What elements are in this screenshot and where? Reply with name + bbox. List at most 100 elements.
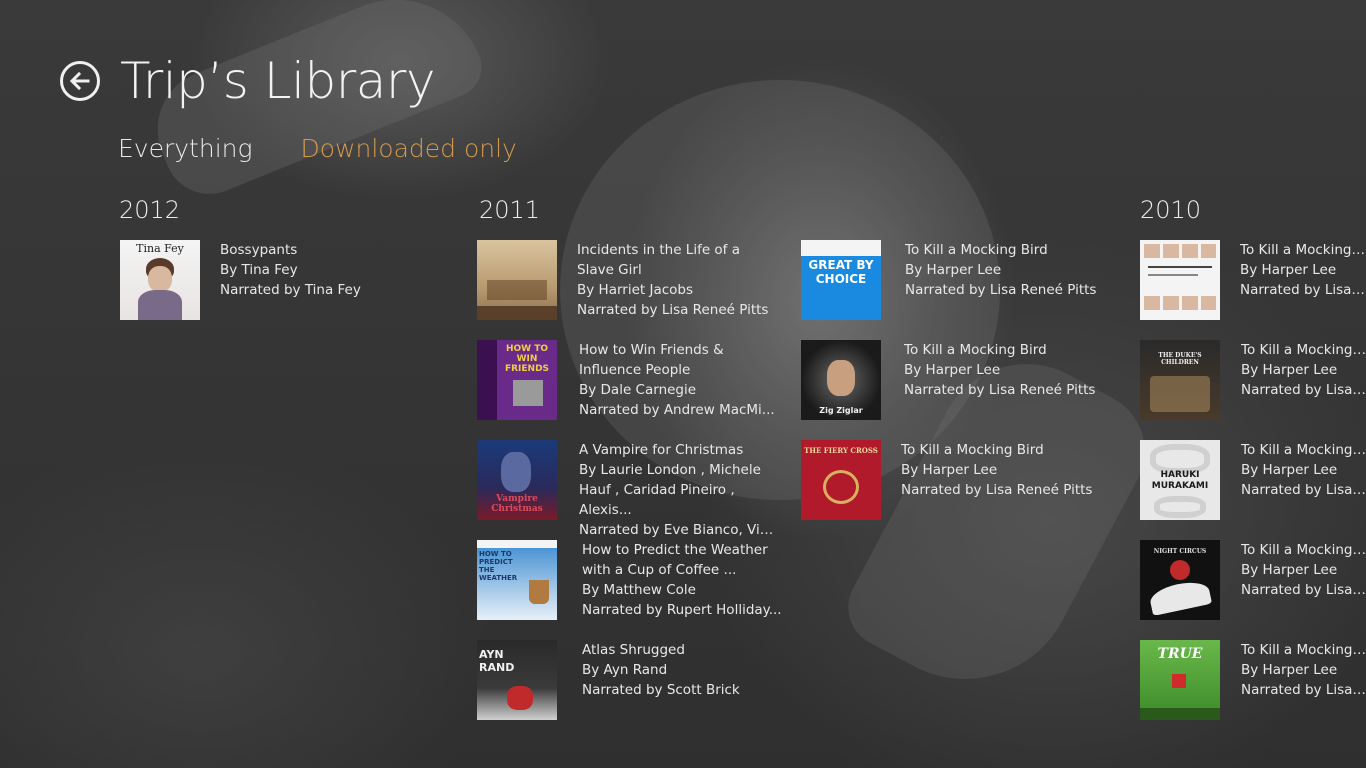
book-details: How to Predict the Weather with a Cup of…	[582, 540, 782, 620]
group-title-2011: 2011	[479, 196, 541, 224]
book-narrator: Narrated by Lisa Rene	[1241, 482, 1366, 498]
book-narrator: Narrated by Andrew MacMi...	[579, 402, 775, 418]
book-cover: Tina Fey	[120, 240, 200, 320]
book-details: How to Win Friends & Influence People By…	[579, 340, 779, 420]
book-author: By Harper Lee	[1241, 562, 1338, 578]
book-author: By Harper Lee	[904, 362, 1001, 378]
book-details: To Kill a Mocking Bird By Harper Lee Nar…	[1241, 640, 1366, 720]
filter-downloaded-only[interactable]: Downloaded only	[301, 134, 517, 163]
book-author: By Ayn Rand	[582, 662, 668, 678]
book-details: A Vampire for Christmas By Laurie London…	[579, 440, 779, 540]
book-title: To Kill a Mocking Bird	[904, 342, 1047, 358]
book-cover: HARUKI MURAKAMI	[1140, 440, 1220, 520]
book-cover: THE FIERY CROSS	[801, 440, 881, 520]
book-details: To Kill a Mocking Bird By Harper Lee Nar…	[905, 240, 1105, 320]
book-title: Incidents in the Life of a Slave Girl	[577, 242, 741, 278]
book-item[interactable]: Zig Ziglar To Kill a Mocking Bird By Har…	[801, 340, 1104, 420]
cover-title: Zig Ziglar	[819, 406, 863, 415]
book-cover: AYN RAND	[477, 640, 557, 720]
back-arrow-icon	[69, 71, 90, 91]
cover-title: HOW TO WIN FRIENDS	[504, 344, 550, 374]
book-item[interactable]: GREAT BY CHOICE To Kill a Mocking Bird B…	[801, 240, 1105, 320]
book-details: To Kill a Mocking Bird By Harper Lee Nar…	[904, 340, 1104, 420]
filter-tabs: Everything Downloaded only	[118, 134, 517, 163]
cover-title: HARUKI MURAKAMI	[1151, 470, 1209, 491]
book-cover: GREAT BY CHOICE	[801, 240, 881, 320]
book-author: By Harper Lee	[1241, 462, 1338, 478]
book-author: By Laurie London , Michele Hauf , Carida…	[579, 462, 761, 518]
cover-title: THE FIERY CROSS	[804, 446, 878, 455]
book-cover: Zig Ziglar	[801, 340, 881, 420]
cover-title: AYN RAND	[479, 648, 515, 674]
book-title: To Kill a Mocking Bird	[1241, 642, 1366, 658]
book-narrator: Narrated by Lisa Reneé Pitts	[904, 382, 1096, 398]
book-item[interactable]: NIGHT CIRCUS To Kill a Mocking Bird By H…	[1140, 540, 1366, 620]
book-details: To Kill a Mocking Bird By Harper Lee Nar…	[1241, 340, 1366, 420]
book-item[interactable]: To Kill a Mocking Bird By Harper Lee Nar…	[1140, 240, 1366, 320]
book-narrator: Narrated by Lisa Rene	[1241, 682, 1366, 698]
book-title: To Kill a Mocking Bird	[1241, 542, 1366, 558]
book-author: By Harper Lee	[905, 262, 1002, 278]
book-details: To Kill a Mocking Bird By Harper Lee Nar…	[1241, 540, 1366, 620]
book-cover	[1140, 240, 1220, 320]
book-cover: HOW TO PREDICT THE WEATHER	[477, 540, 557, 620]
book-details: Bossypants By Tina Fey Narrated by Tina …	[220, 240, 390, 320]
book-author: By Harper Lee	[901, 462, 998, 478]
book-item[interactable]: HARUKI MURAKAMI To Kill a Mocking Bird B…	[1140, 440, 1366, 520]
book-narrator: Narrated by Lisa Reneé Pitts	[901, 482, 1093, 498]
book-narrator: Narrated by Lisa Reneé Pitts	[905, 282, 1097, 298]
cover-title: GREAT BY CHOICE	[808, 258, 874, 286]
book-author: By Harper Lee	[1240, 262, 1337, 278]
book-narrator: Narrated by Lisa Rene	[1241, 582, 1366, 598]
book-author: By Harriet Jacobs	[577, 282, 694, 298]
book-narrator: Narrated by Lisa Rene	[1240, 282, 1366, 298]
book-details: Incidents in the Life of a Slave Girl By…	[577, 240, 777, 320]
book-details: To Kill a Mocking Bird By Harper Lee Nar…	[901, 440, 1101, 520]
book-cover: NIGHT CIRCUS	[1140, 540, 1220, 620]
book-author: By Harper Lee	[1241, 362, 1338, 378]
book-title: To Kill a Mocking Bird	[905, 242, 1048, 258]
book-narrator: Narrated by Lisa Reneé Pitts	[577, 302, 769, 318]
cover-title: THE DUKE'S CHILDREN	[1158, 352, 1202, 366]
page-title: Trip’s Library	[120, 52, 436, 110]
book-item[interactable]: THE DUKE'S CHILDREN To Kill a Mocking Bi…	[1140, 340, 1366, 420]
cover-title: TRUE	[1157, 646, 1203, 662]
book-cover	[477, 240, 557, 320]
back-button[interactable]	[60, 61, 100, 101]
book-details: Atlas Shrugged By Ayn Rand Narrated by S…	[582, 640, 782, 720]
group-title-2010: 2010	[1140, 196, 1202, 224]
book-title: Bossypants	[220, 242, 298, 258]
book-item[interactable]: Vampire Christmas A Vampire for Christma…	[477, 440, 779, 540]
page-header: Trip’s Library	[60, 52, 436, 110]
book-cover: Vampire Christmas	[477, 440, 557, 520]
cover-title: NIGHT CIRCUS	[1153, 548, 1207, 555]
book-title: To Kill a Mocking Bird	[1241, 442, 1366, 458]
book-item[interactable]: HOW TO WIN FRIENDS How to Win Friends & …	[477, 340, 779, 420]
book-narrator: Narrated by Eve Bianco, Viv Wi...	[579, 522, 779, 538]
book-title: How to Predict the Weather with a Cup of…	[582, 542, 768, 578]
book-item[interactable]: TRUE To Kill a Mocking Bird By Harper Le…	[1140, 640, 1366, 720]
book-title: A Vampire for Christmas	[579, 442, 744, 458]
book-details: To Kill a Mocking Bird By Harper Lee Nar…	[1240, 240, 1366, 320]
book-title: Atlas Shrugged	[582, 642, 685, 658]
book-item[interactable]: Incidents in the Life of a Slave Girl By…	[477, 240, 777, 320]
book-item[interactable]: THE FIERY CROSS To Kill a Mocking Bird B…	[801, 440, 1101, 520]
book-cover: THE DUKE'S CHILDREN	[1140, 340, 1220, 420]
book-item[interactable]: AYN RAND Atlas Shrugged By Ayn Rand Narr…	[477, 640, 782, 720]
filter-everything[interactable]: Everything	[118, 134, 253, 163]
book-narrator: Narrated by Rupert Holliday...	[582, 602, 782, 618]
cover-title: Vampire Christmas	[491, 494, 543, 514]
book-title: How to Win Friends & Influence People	[579, 342, 724, 378]
book-item[interactable]: HOW TO PREDICT THE WEATHER How to Predic…	[477, 540, 782, 620]
book-item[interactable]: Tina Fey Bossypants By Tina Fey Narrated…	[120, 240, 390, 320]
cover-title: Tina Fey	[136, 242, 184, 255]
book-narrator: Narrated by Lisa Rene	[1241, 382, 1366, 398]
cover-title: HOW TO PREDICT THE WEATHER	[479, 550, 518, 582]
book-cover: TRUE	[1140, 640, 1220, 720]
book-author: By Tina Fey	[220, 262, 298, 278]
book-title: To Kill a Mocking Bird	[1241, 342, 1366, 358]
book-author: By Matthew Cole	[582, 582, 696, 598]
book-author: By Dale Carnegie	[579, 382, 697, 398]
book-title: To Kill a Mocking Bird	[901, 442, 1044, 458]
book-narrator: Narrated by Tina Fey	[220, 282, 361, 298]
